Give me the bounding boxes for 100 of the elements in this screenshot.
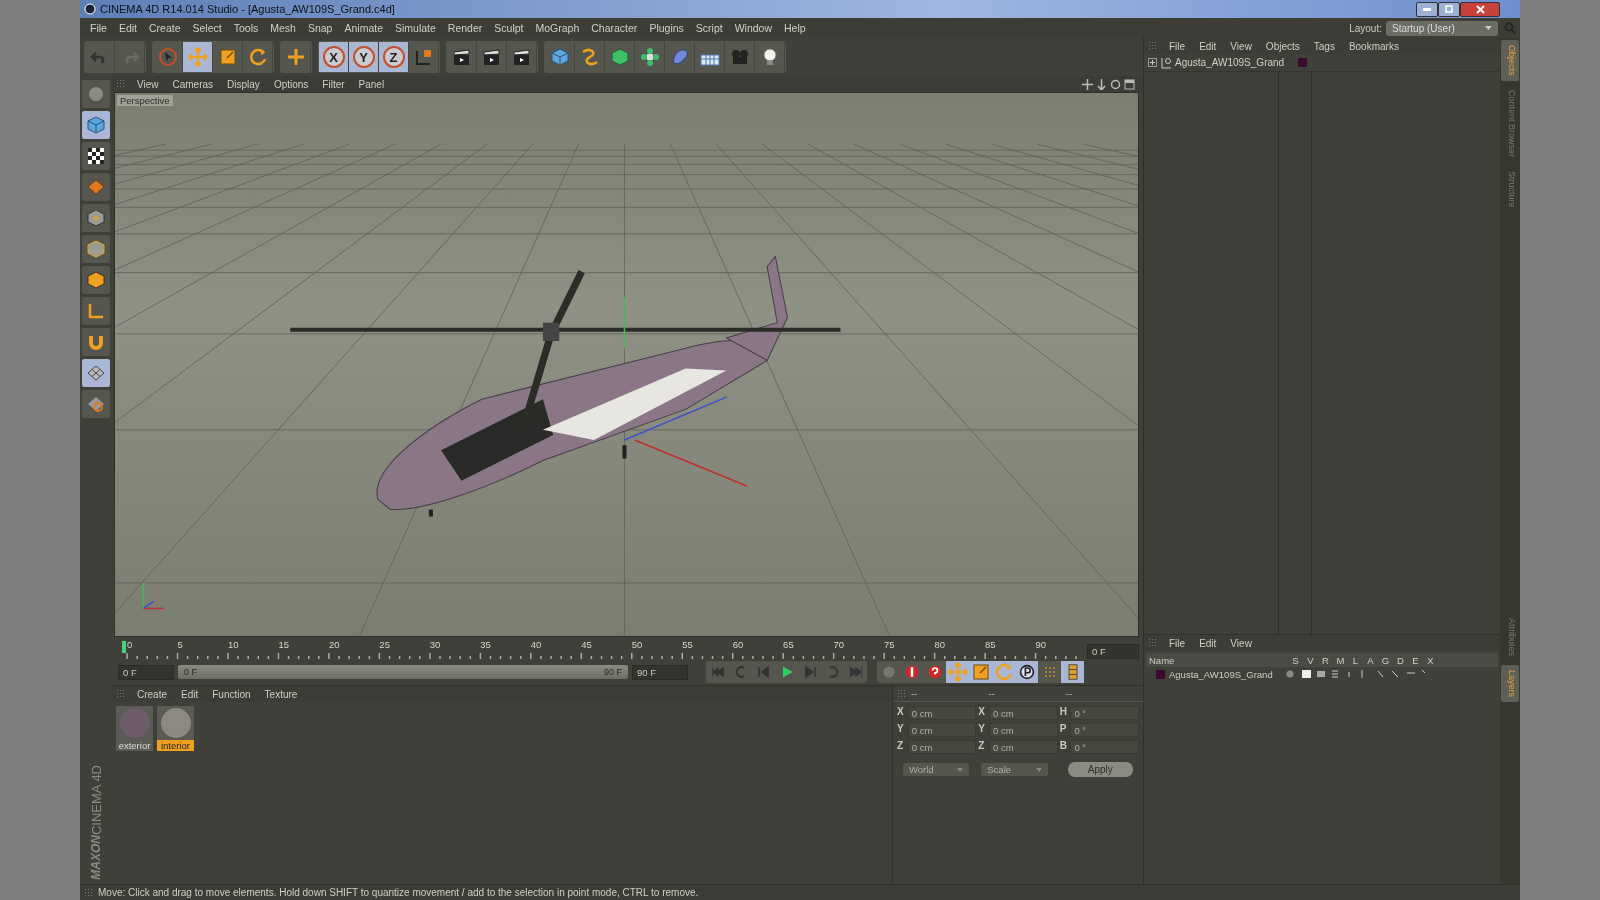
end-frame-field[interactable]: 90 F [632, 664, 688, 680]
coordinate-field[interactable]: 0 cm [907, 706, 977, 720]
start-frame-field[interactable]: 0 F [118, 664, 174, 680]
close-button[interactable] [1460, 1, 1500, 17]
menu-item[interactable]: Tags [1306, 40, 1342, 52]
menu-item[interactable]: Panel [351, 78, 392, 90]
tool-button[interactable] [82, 142, 110, 170]
axis-lock-button[interactable]: Z [379, 42, 409, 72]
record-icon [903, 664, 920, 680]
menu-item[interactable]: View [1223, 637, 1259, 649]
p-circle-icon [1018, 664, 1035, 680]
cube-faces-icon [86, 270, 106, 290]
maximize-icon[interactable] [1124, 78, 1135, 90]
menu-item[interactable]: Script [689, 22, 729, 34]
menu-item[interactable]: Window [728, 22, 779, 34]
menu-item[interactable]: Edit [1192, 40, 1224, 52]
camera-icon [729, 47, 750, 67]
menu-item[interactable]: Texture [257, 688, 305, 700]
material-item[interactable]: exterior [116, 706, 153, 751]
menu-item[interactable]: Edit [112, 22, 143, 34]
move-icon[interactable] [1082, 78, 1093, 90]
axis-lock-button[interactable]: Y [349, 42, 379, 72]
coordinate-field[interactable]: 0 cm [907, 740, 977, 754]
frame-number: 80 [934, 639, 946, 650]
menu-item[interactable]: Create [143, 22, 187, 34]
rotate-icon[interactable] [1110, 78, 1121, 90]
menu-item[interactable]: View [1223, 40, 1259, 52]
menu-item[interactable]: Objects [1258, 40, 1307, 52]
timeline-ruler[interactable]: 0 5 10 15 20 25 30 35 40 45 50 55 60 65 70 75 80 85 90 [122, 639, 1081, 659]
menu-item[interactable]: Create [130, 688, 174, 700]
frame-number: 90 [1035, 639, 1046, 650]
skip-start-icon [709, 664, 726, 680]
cube-icon [86, 115, 106, 135]
menu-item[interactable]: File [84, 22, 113, 34]
coordinate-field[interactable]: 0 cm [989, 723, 1058, 737]
menu-item[interactable]: Render [441, 22, 489, 34]
column-header: V [1306, 654, 1315, 666]
menu-item[interactable]: Sculpt [488, 22, 530, 34]
menu-item[interactable]: Filter [315, 78, 352, 90]
coordinate-field[interactable]: 0 ° [1070, 723, 1139, 737]
menu-item[interactable]: Bookmarks [1341, 40, 1406, 52]
frame-number: 45 [581, 639, 592, 650]
minimize-button[interactable] [1416, 1, 1438, 17]
grid-plane-icon [86, 363, 106, 383]
world-axis-icon [142, 582, 165, 610]
coordinate-field[interactable]: 0 cm [989, 706, 1058, 720]
menu-item[interactable]: Edit [174, 688, 206, 700]
menu-item[interactable]: File [1162, 40, 1193, 52]
menu-item[interactable]: Cameras [165, 78, 221, 90]
viewport[interactable]: Perspective [114, 92, 1139, 637]
layer-row[interactable]: Agusta_AW109S_Grand [1146, 667, 1498, 681]
menu-item[interactable]: File [1162, 637, 1193, 649]
menu-item[interactable]: Display [220, 78, 267, 90]
layout-label: Layout: [1349, 22, 1382, 34]
frame-range-slider[interactable]: 0 F 90 F [178, 665, 628, 679]
skip-end-icon [847, 664, 864, 680]
object-row[interactable]: Agusta_AW109S_Grand [1144, 54, 1500, 72]
cube-icon [549, 47, 570, 67]
menu-item[interactable]: Animate [338, 22, 389, 34]
key-tool-button[interactable] [1015, 661, 1038, 683]
column-header: R [1321, 654, 1330, 666]
menu-item[interactable]: Edit [1192, 637, 1224, 649]
frame-number: 5 [177, 639, 183, 650]
close-icon [1475, 4, 1485, 14]
menu-item[interactable]: Help [778, 22, 812, 34]
coordinate-mode-select[interactable]: World [903, 763, 970, 776]
move-icon [187, 47, 208, 67]
expand-icon[interactable] [1148, 58, 1157, 67]
column-header: S [1291, 654, 1300, 666]
menu-item[interactable]: Options [266, 78, 316, 90]
frame-number: 60 [732, 639, 744, 650]
restore-icon [1445, 5, 1453, 13]
layout-select[interactable]: Startup (User) [1386, 20, 1498, 36]
coordinate-field[interactable]: 0 cm [989, 740, 1058, 754]
menu-item[interactable]: Simulate [389, 22, 442, 34]
apply-button[interactable]: Apply [1067, 762, 1133, 777]
menu-item[interactable]: Mesh [264, 22, 302, 34]
scale-icon [217, 47, 238, 67]
coordinate-field[interactable]: 0 ° [1070, 706, 1139, 720]
material-item[interactable]: interior [157, 706, 194, 751]
axis-label: X [978, 706, 986, 719]
menu-item[interactable]: Function [205, 688, 258, 700]
coordinate-field[interactable]: 0 ° [1070, 740, 1139, 754]
maximize-button[interactable] [1438, 1, 1460, 17]
layer-name: Agusta_AW109S_Grand [1169, 668, 1274, 680]
axis-lock-button[interactable]: X [319, 42, 349, 72]
record-icon [880, 664, 897, 680]
frame-number: 85 [984, 639, 996, 650]
scale-icon [970, 662, 991, 682]
menu-item[interactable]: Character [585, 22, 644, 34]
menu-item[interactable]: Select [186, 22, 228, 34]
menu-item[interactable]: MoGraph [529, 22, 586, 34]
menu-item[interactable]: View [130, 78, 166, 90]
menu-item[interactable]: Snap [301, 22, 339, 34]
zoom-icon[interactable] [1096, 78, 1107, 90]
size-mode-select[interactable]: Scale [981, 763, 1048, 776]
menu-item[interactable]: Plugins [643, 22, 690, 34]
current-frame-field[interactable]: 0 F [1087, 644, 1139, 659]
coordinate-field[interactable]: 0 cm [907, 723, 977, 737]
menu-item[interactable]: Tools [227, 22, 265, 34]
